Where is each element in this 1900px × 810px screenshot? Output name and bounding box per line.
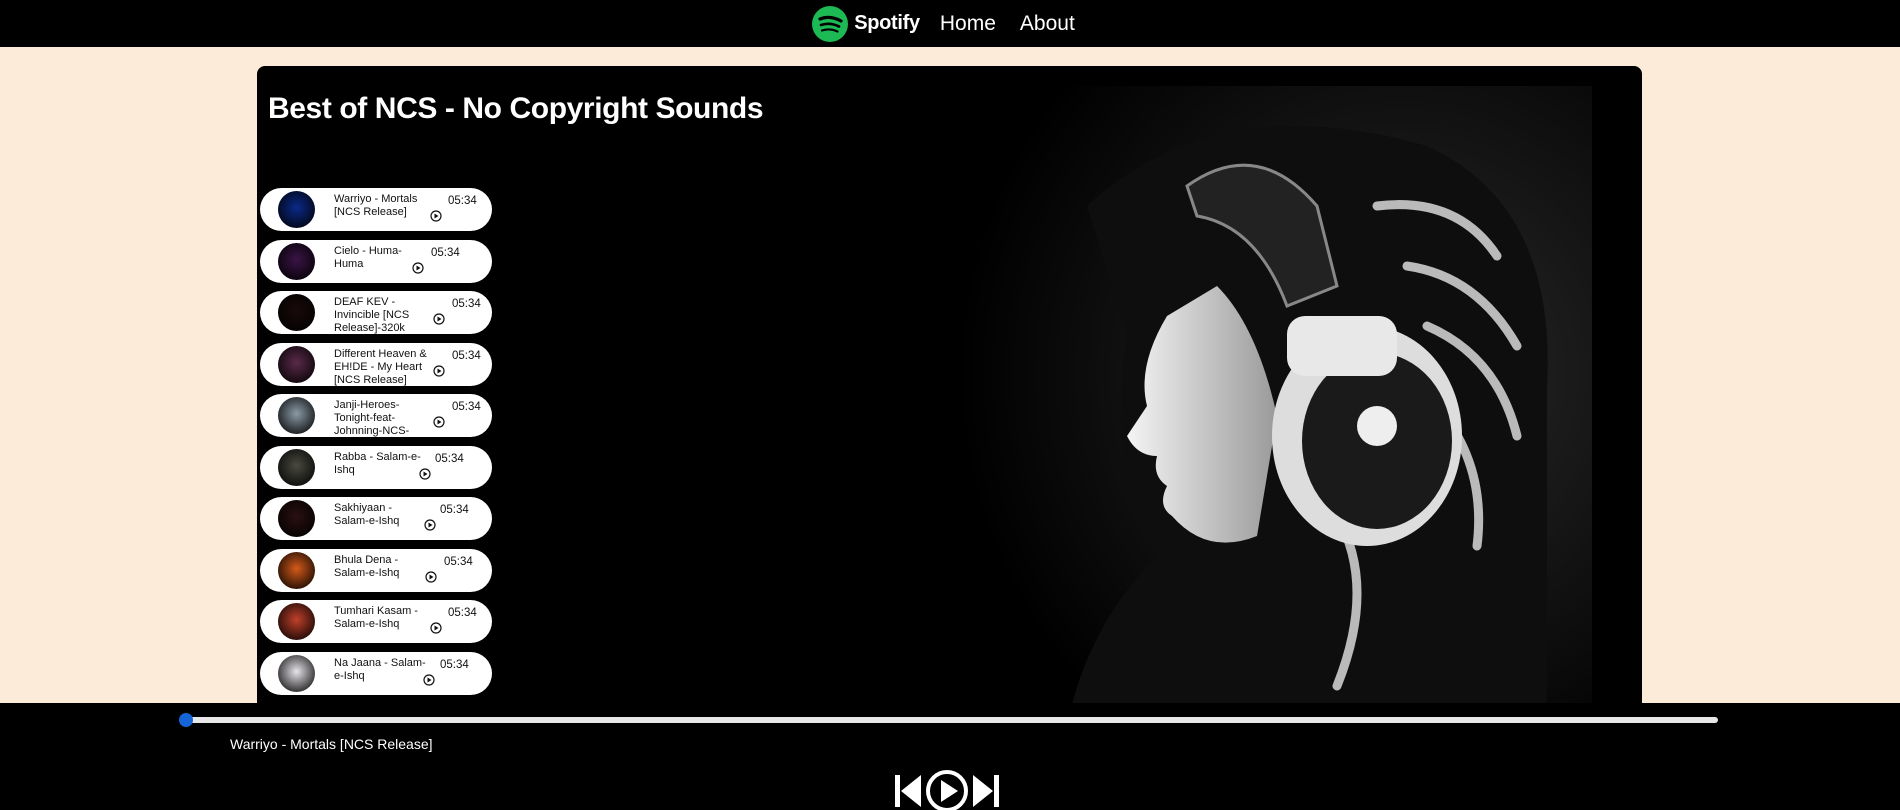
song-name: Rabba - Salam-e-Ishq bbox=[334, 450, 421, 476]
song-duration: 05:34 bbox=[448, 607, 477, 619]
song-name: Na Jaana - Salam-e-Ishq bbox=[334, 656, 426, 682]
song-play-icon[interactable] bbox=[430, 210, 442, 222]
song-cover bbox=[278, 603, 315, 640]
brand[interactable]: Spotify bbox=[811, 5, 920, 43]
song-name: Different Heaven & EH!DE - My Heart [NCS… bbox=[334, 347, 427, 386]
song-item[interactable]: Janji-Heroes-Tonight-feat-Johnning-NCS-R… bbox=[260, 394, 492, 437]
playlist-title: Best of NCS - No Copyright Sounds bbox=[268, 92, 764, 125]
nav-inner: Spotify Home About bbox=[811, 5, 1099, 43]
brand-name: Spotify bbox=[854, 12, 920, 34]
song-item[interactable]: Tumhari Kasam - Salam-e-Ishq 05:34 bbox=[260, 600, 492, 643]
song-name: Warriyo - Mortals [NCS Release] bbox=[334, 193, 418, 218]
song-cover bbox=[278, 654, 315, 692]
song-duration: 05:34 bbox=[440, 504, 469, 516]
song-name: DEAF KEV - Invincible [NCS Release]-320k bbox=[334, 296, 410, 334]
nav-link-about[interactable]: About bbox=[1020, 12, 1075, 36]
spotify-logo-icon bbox=[812, 5, 849, 42]
song-play-icon[interactable] bbox=[423, 673, 435, 686]
song-list: Warriyo - Mortals [NCS Release] 05:34 Ciel… bbox=[260, 188, 492, 703]
song-item[interactable]: Different Heaven & EH!DE - My Heart [NCS… bbox=[260, 342, 492, 386]
song-play-icon[interactable] bbox=[419, 467, 431, 480]
song-item[interactable]: Cielo - Huma-Huma 05:34 bbox=[260, 239, 492, 283]
player-controls bbox=[893, 769, 1001, 810]
song-play-icon[interactable] bbox=[424, 519, 436, 531]
playlist-container: Best of NCS - No Copyright Sounds Warriy… bbox=[257, 66, 1642, 726]
song-cover bbox=[278, 551, 315, 589]
song-duration: 05:34 bbox=[452, 349, 481, 362]
song-cover bbox=[278, 500, 315, 537]
song-item[interactable]: Sakhiyaan - Salam-e-Ishq 05:34 bbox=[260, 497, 492, 540]
song-cover bbox=[278, 191, 315, 228]
song-duration: 05:34 bbox=[444, 555, 473, 568]
nav-link-home[interactable]: Home bbox=[940, 12, 996, 36]
song-item[interactable]: Bhula Dena - Salam-e-Ishq 05:34 bbox=[260, 548, 492, 592]
song-play-icon[interactable] bbox=[412, 261, 424, 274]
next-icon[interactable] bbox=[971, 771, 1001, 810]
song-duration: 05:34 bbox=[452, 298, 481, 310]
song-duration: 05:34 bbox=[448, 195, 477, 207]
song-duration: 05:34 bbox=[431, 246, 460, 259]
previous-icon[interactable] bbox=[893, 771, 923, 810]
play-icon[interactable] bbox=[925, 769, 969, 810]
song-item[interactable]: Warriyo - Mortals [NCS Release] 05:34 bbox=[260, 188, 492, 231]
song-cover bbox=[278, 242, 315, 280]
song-play-icon[interactable] bbox=[433, 364, 445, 377]
song-name: Janji-Heroes-Tonight-feat-Johnning-NCS-R… bbox=[334, 399, 410, 437]
song-duration: 05:34 bbox=[452, 401, 481, 413]
song-name: Tumhari Kasam - Salam-e-Ishq bbox=[334, 605, 418, 630]
song-item[interactable]: Rabba - Salam-e-Ishq 05:34 bbox=[260, 445, 492, 489]
top-navbar: Spotify Home About bbox=[0, 0, 1900, 47]
song-item[interactable]: DEAF KEV - Invincible [NCS Release]-320k… bbox=[260, 291, 492, 334]
song-play-icon[interactable] bbox=[433, 416, 445, 428]
now-playing-title: Warriyo - Mortals [NCS Release] bbox=[230, 736, 433, 752]
song-cover bbox=[278, 397, 315, 434]
hero-image bbox=[957, 86, 1592, 726]
song-name: Bhula Dena - Salam-e-Ishq bbox=[334, 553, 400, 579]
song-duration: 05:34 bbox=[435, 452, 464, 465]
song-cover bbox=[278, 448, 315, 486]
song-play-icon[interactable] bbox=[430, 622, 442, 634]
song-name: Sakhiyaan - Salam-e-Ishq bbox=[334, 502, 400, 527]
progress-thumb[interactable] bbox=[179, 713, 193, 727]
progress-bar[interactable] bbox=[179, 713, 1718, 727]
song-play-icon[interactable] bbox=[425, 570, 437, 583]
song-cover bbox=[278, 294, 315, 331]
song-play-icon[interactable] bbox=[433, 313, 445, 325]
song-item[interactable]: Na Jaana - Salam-e-Ishq 05:34 bbox=[260, 651, 492, 695]
song-cover bbox=[278, 345, 315, 383]
bottom-player: Warriyo - Mortals [NCS Release] bbox=[0, 703, 1900, 810]
song-duration: 05:34 bbox=[440, 658, 469, 671]
